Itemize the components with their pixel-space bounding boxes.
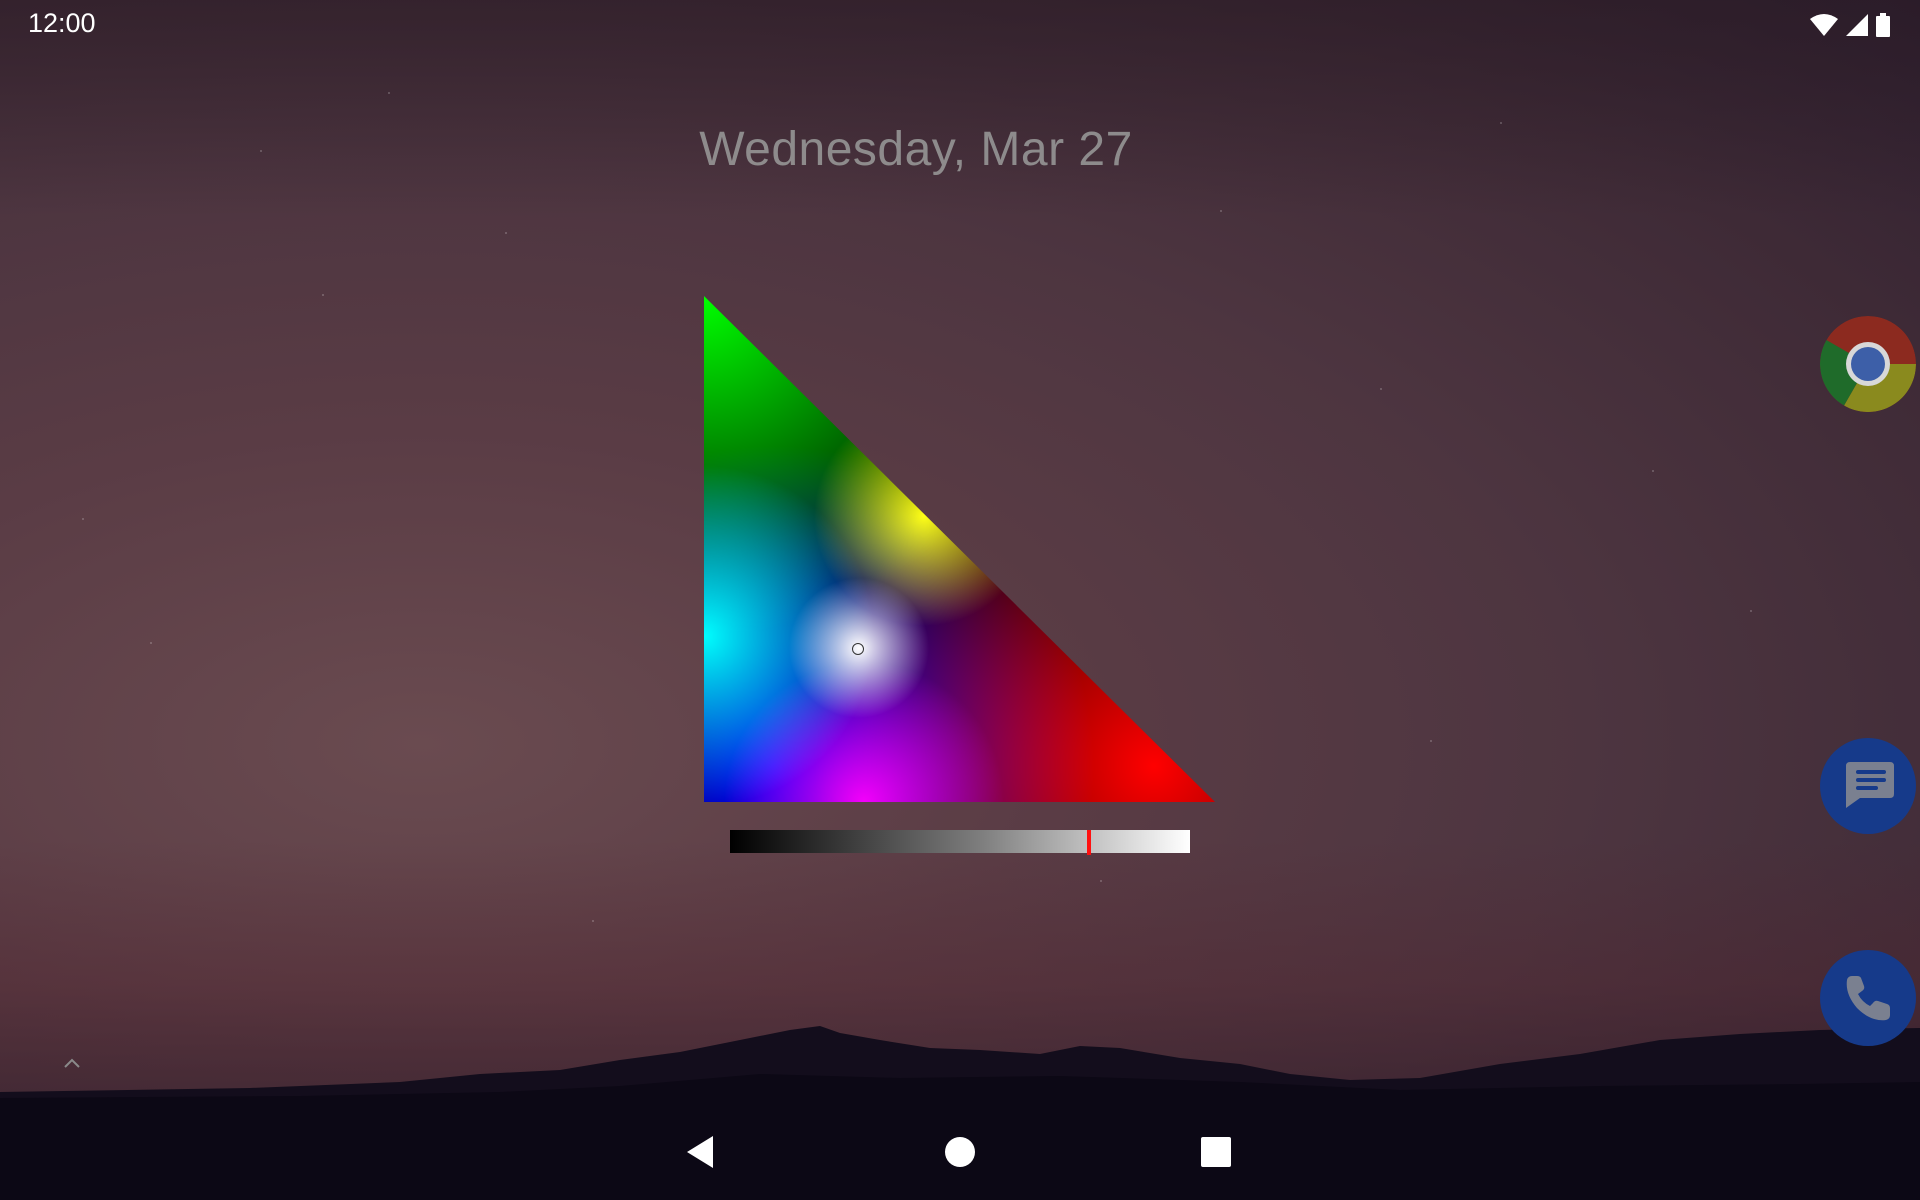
wifi-icon <box>1810 14 1838 36</box>
color-triangle-picker[interactable] <box>704 296 1215 802</box>
lockscreen-date: Wednesday, Mar 27 <box>699 123 1133 176</box>
navigation-bar <box>0 1104 1920 1200</box>
brightness-slider-thumb[interactable] <box>1086 830 1091 855</box>
status-icons <box>1810 12 1890 38</box>
phone-icon <box>1846 976 1890 1021</box>
status-bar: 12:00 <box>0 0 1920 48</box>
chrome-shortcut[interactable] <box>1820 316 1916 412</box>
chrome-icon <box>1820 316 1916 412</box>
back-icon[interactable] <box>678 1128 726 1176</box>
color-picker-cursor[interactable] <box>852 643 864 655</box>
phone-shortcut[interactable] <box>1820 950 1916 1046</box>
chevron-up-icon[interactable] <box>62 1054 82 1074</box>
cellular-signal-icon <box>1846 14 1868 36</box>
recents-icon[interactable] <box>1192 1128 1240 1176</box>
messages-shortcut[interactable] <box>1820 738 1916 834</box>
messages-icon <box>1846 762 1894 808</box>
brightness-slider[interactable] <box>730 830 1190 855</box>
status-bar-clock: 12:00 <box>28 8 96 38</box>
home-icon[interactable] <box>936 1128 984 1176</box>
battery-icon <box>1876 13 1890 37</box>
lock-screen: 12:00 Wednesday, Mar 27 <box>0 0 1920 1200</box>
